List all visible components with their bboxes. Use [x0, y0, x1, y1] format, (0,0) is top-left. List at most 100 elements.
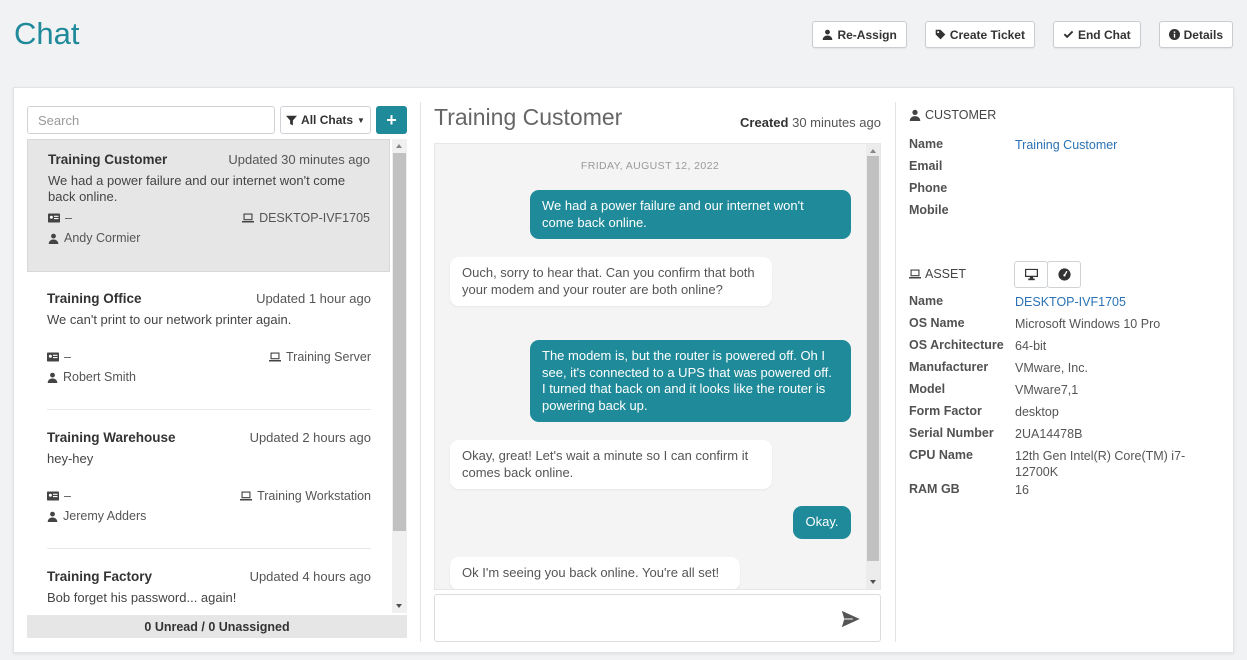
message-outgoing: The modem is, but the router is powered … — [530, 340, 851, 422]
divider — [47, 548, 371, 549]
divider — [47, 409, 371, 410]
dashboard-button[interactable] — [1047, 261, 1081, 288]
conversation-title: Training Customer — [434, 104, 623, 130]
create-ticket-button[interactable]: Create Ticket — [924, 21, 1035, 48]
chat-name: Training Warehouse — [47, 430, 176, 445]
chat-updated: Updated 4 hours ago — [249, 569, 371, 584]
scroll-up-arrow-icon[interactable] — [869, 149, 876, 153]
field-value: 2UA14478B — [1015, 427, 1083, 441]
chat-device: DESKTOP-IVF1705 — [259, 211, 370, 225]
message-incoming: Okay, great! Let's wait a minute so I ca… — [450, 440, 772, 489]
scrollbar-thumb[interactable] — [867, 156, 879, 561]
search-input[interactable] — [27, 106, 275, 134]
field-label: Name — [909, 294, 944, 308]
id-card-icon — [47, 352, 59, 362]
chat-updated: Updated 1 hour ago — [256, 291, 371, 306]
laptop-icon — [909, 269, 921, 279]
message-outgoing: We had a power failure and our internet … — [530, 190, 851, 239]
customer-heading-label: CUSTOMER — [925, 108, 997, 122]
page-title: Chat — [14, 16, 80, 51]
field-label: Serial Number — [909, 426, 994, 440]
scroll-down-arrow-icon[interactable] — [396, 604, 402, 608]
remote-desktop-button[interactable] — [1014, 261, 1048, 288]
filter-label: All Chats — [301, 113, 354, 127]
chat-contact: – — [64, 489, 71, 503]
chat-list-item[interactable]: Training Warehouse Updated 2 hours ago h… — [27, 418, 390, 551]
chat-preview: Bob forget his password... again! — [47, 590, 237, 605]
user-icon — [47, 511, 58, 522]
conversation-column: Training Customer Created 30 minutes ago… — [434, 104, 881, 642]
new-chat-button[interactable]: + — [376, 106, 407, 134]
field-label: CPU Name — [909, 448, 973, 462]
chat-list-item[interactable]: Training Customer Updated 30 minutes ago… — [27, 139, 390, 272]
dashboard-gauge-icon — [1057, 268, 1071, 281]
scroll-down-arrow-icon[interactable] — [869, 580, 876, 584]
column-divider — [895, 102, 896, 642]
message-composer[interactable] — [434, 594, 881, 642]
chat-preview: We had a power failure and our internet … — [48, 173, 346, 204]
info-icon — [1168, 29, 1180, 40]
field-label: Name — [909, 137, 944, 151]
field-value: VMware7,1 — [1015, 383, 1079, 397]
scrollbar-thumb[interactable] — [393, 153, 406, 531]
caret-down-icon: ▼ — [357, 115, 365, 125]
chat-user: Andy Cormier — [64, 231, 141, 245]
field-value: 12th Gen Intel(R) Core(TM) i7-12700K — [1015, 449, 1186, 479]
field-label: RAM GB — [909, 482, 960, 496]
field-label: Email — [909, 159, 943, 173]
id-card-icon — [47, 491, 59, 501]
send-icon[interactable] — [840, 609, 862, 629]
chat-list-column: All Chats ▼ + Training Customer Updated … — [27, 106, 407, 638]
re-assign-label: Re-Assign — [837, 27, 897, 42]
chat-name: Training Office — [47, 291, 142, 306]
unread-summary: 0 Unread / 0 Unassigned — [27, 615, 407, 638]
chat-device: Training Server — [286, 350, 371, 364]
scroll-up-arrow-icon[interactable] — [396, 144, 402, 148]
filter-dropdown[interactable]: All Chats ▼ — [280, 106, 371, 134]
laptop-icon — [269, 352, 281, 362]
asset-heading: ASSET — [909, 267, 966, 281]
id-card-icon — [48, 213, 60, 223]
chat-updated: Updated 30 minutes ago — [228, 152, 370, 167]
field-value: Microsoft Windows 10 Pro — [1015, 317, 1161, 331]
customer-name-link[interactable]: Training Customer — [1015, 137, 1225, 153]
asset-name-link[interactable]: DESKTOP-IVF1705 — [1015, 294, 1225, 310]
field-label: OS Architecture — [909, 338, 1004, 352]
field-value: 64-bit — [1015, 339, 1047, 353]
customer-heading: CUSTOMER — [909, 108, 996, 122]
field-value: desktop — [1015, 405, 1059, 419]
message-thread: FRIDAY, AUGUST 12, 2022 We had a power f… — [434, 143, 881, 590]
message-scrollbar[interactable] — [866, 144, 880, 589]
chat-updated: Updated 2 hours ago — [249, 430, 371, 445]
user-icon — [823, 29, 833, 40]
chat-name: Training Customer — [48, 152, 168, 167]
chat-list-item[interactable]: Training Office Updated 1 hour ago We ca… — [27, 279, 390, 412]
message-outgoing: Okay. — [793, 506, 851, 539]
chat-panel: All Chats ▼ + Training Customer Updated … — [13, 87, 1234, 653]
created-label: Created — [740, 115, 789, 130]
chat-list-scrollbar[interactable] — [392, 139, 407, 613]
field-label: OS Name — [909, 316, 965, 330]
user-icon — [47, 372, 58, 383]
end-chat-button[interactable]: End Chat — [1052, 21, 1141, 48]
chat-contact: – — [65, 211, 72, 225]
field-label: Form Factor — [909, 404, 982, 418]
laptop-icon — [242, 213, 255, 223]
chat-contact: – — [64, 350, 71, 364]
chat-list-item[interactable]: Training Factory Updated 4 hours ago Bob… — [27, 557, 390, 613]
column-divider — [420, 102, 421, 642]
field-label: Mobile — [909, 203, 949, 217]
laptop-icon — [240, 491, 253, 501]
monitor-icon — [1024, 268, 1038, 281]
created-info: Created 30 minutes ago — [740, 115, 881, 130]
chat-preview: We can't print to our network printer ag… — [47, 312, 292, 327]
header-actions: Re-Assign Create Ticket End Chat Details — [812, 21, 1233, 48]
chat-user: Robert Smith — [63, 370, 136, 384]
re-assign-button[interactable]: Re-Assign — [812, 21, 907, 48]
check-icon — [1063, 30, 1074, 39]
chat-user: Jeremy Adders — [63, 509, 147, 523]
chat-preview: hey-hey — [47, 451, 94, 466]
details-button[interactable]: Details — [1158, 21, 1233, 48]
field-label: Manufacturer — [909, 360, 989, 374]
chat-list: Training Customer Updated 30 minutes ago… — [27, 139, 407, 613]
